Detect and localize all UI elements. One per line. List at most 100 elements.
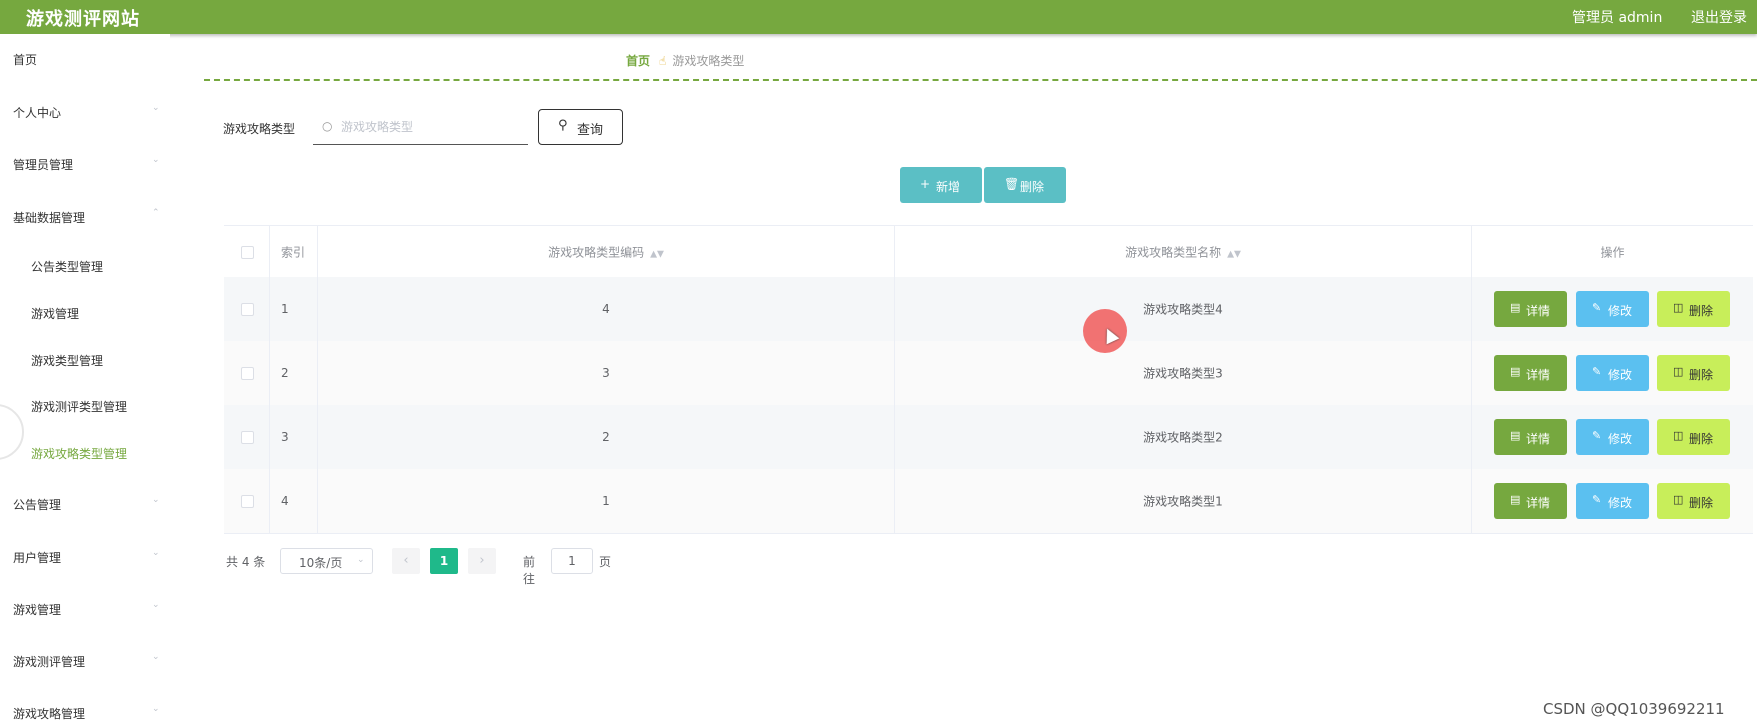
sidebar-item-label: 个人中心 (13, 106, 62, 120)
sidebar-item-guide[interactable]: 游戏攻略管理 ⌄ (0, 698, 170, 728)
add-button[interactable]: + 新增 (900, 167, 982, 203)
data-table: 索引 游戏攻略类型编码 ▲▼ 游戏攻略类型名称 ▲▼ 操作 1 4 游戏攻略类型4 … (224, 225, 1753, 536)
query-button[interactable]: ⚲ 查询 (538, 109, 623, 145)
document-icon: ▤ (1510, 493, 1521, 506)
edit-button-label: 修改 (1608, 304, 1633, 318)
table-row: 4 1 游戏攻略类型1 ▤ 详情 ✎ 修改 ◫ 删除 (224, 469, 1753, 534)
row-checkbox[interactable] (241, 367, 254, 380)
header-code: 游戏攻略类型编码 (548, 245, 645, 260)
row-name: 游戏攻略类型3 (1143, 366, 1223, 381)
index-cell: 4 (270, 469, 318, 533)
page-number-current[interactable]: 1 (430, 548, 458, 574)
sidebar-item-game-management[interactable]: 游戏管理 ⌄ (0, 594, 170, 624)
total-count: 共 4 条 (226, 555, 266, 569)
sidebar-item-guide-type[interactable]: 游戏攻略类型管理 (0, 438, 170, 468)
query-button-label: 查询 (577, 123, 604, 138)
edit-button[interactable]: ✎ 修改 (1576, 291, 1649, 327)
row-name: 游戏攻略类型2 (1143, 430, 1223, 445)
pencil-icon: ✎ (1592, 365, 1602, 378)
detail-button-label: 详情 (1526, 496, 1551, 510)
header-ops-cell: 操作 (1472, 226, 1753, 278)
delete-button[interactable]: ◫ 删除 (1657, 355, 1730, 391)
goto-suffix: 页 (599, 555, 612, 569)
row-checkbox[interactable] (241, 431, 254, 444)
sort-icon[interactable]: ▲▼ (650, 250, 664, 260)
index-cell: 2 (270, 341, 318, 405)
index-cell: 1 (270, 277, 318, 341)
next-page-button[interactable]: › (468, 548, 496, 574)
row-index: 1 (281, 302, 289, 316)
code-cell: 4 (318, 277, 895, 341)
sidebar-item-label: 基础数据管理 (13, 211, 86, 225)
page-size-select[interactable]: 10条/页 ⌄ (280, 548, 373, 574)
select-cell (224, 405, 270, 469)
select-all-checkbox[interactable] (241, 246, 254, 259)
admin-label: 管理员 admin (1572, 10, 1663, 26)
pencil-icon: ✎ (1592, 301, 1602, 314)
sidebar-item-game-type[interactable]: 游戏类型管理 (0, 345, 170, 375)
code-cell: 1 (318, 469, 895, 533)
delete-button-label: 删除 (1689, 496, 1714, 510)
header-name-cell[interactable]: 游戏攻略类型名称 ▲▼ (895, 226, 1472, 278)
name-cell: 游戏攻略类型1 (895, 469, 1472, 533)
row-index: 3 (281, 430, 289, 444)
detail-button[interactable]: ▤ 详情 (1494, 419, 1567, 455)
row-code: 2 (602, 430, 610, 444)
page-size-value: 10条/页 (299, 556, 343, 570)
sidebar-item-user[interactable]: 用户管理 ⌄ (0, 542, 170, 572)
edit-button[interactable]: ✎ 修改 (1576, 355, 1649, 391)
sidebar-item-admin-management[interactable]: 管理员管理 ⌄ (0, 149, 170, 179)
detail-button[interactable]: ▤ 详情 (1494, 355, 1567, 391)
sidebar-item-label: 用户管理 (13, 551, 62, 565)
sidebar-item-review[interactable]: 游戏测评管理 ⌄ (0, 646, 170, 676)
sidebar-item-review-type[interactable]: 游戏测评类型管理 (0, 391, 170, 421)
name-cell: 游戏攻略类型2 (895, 405, 1472, 469)
chevron-up-icon: ⌃ (152, 208, 160, 218)
breadcrumb-home[interactable]: 首页 (626, 54, 650, 68)
edit-button-label: 修改 (1608, 496, 1633, 510)
logout-link[interactable]: 退出登录 (1691, 7, 1747, 27)
edit-button[interactable]: ✎ 修改 (1576, 483, 1649, 519)
goto-page-input[interactable] (551, 548, 593, 574)
code-cell: 2 (318, 405, 895, 469)
chevron-down-icon: ⌄ (152, 600, 160, 610)
sidebar-item-notice[interactable]: 公告管理 ⌄ (0, 489, 170, 519)
header-code-cell[interactable]: 游戏攻略类型编码 ▲▼ (318, 226, 895, 278)
sort-icon[interactable]: ▲▼ (1227, 250, 1241, 260)
chevron-down-icon: ⌄ (152, 155, 160, 165)
plus-icon: + (920, 177, 931, 191)
delete-button[interactable]: ◫ 删除 (1657, 291, 1730, 327)
header-name: 游戏攻略类型名称 (1125, 245, 1222, 260)
name-cell: 游戏攻略类型3 (895, 341, 1472, 405)
add-button-label: 新增 (936, 180, 961, 194)
sidebar-item-label: 游戏测评管理 (13, 655, 86, 669)
sidebar-item-basic-data[interactable]: 基础数据管理 ⌃ (0, 202, 170, 232)
row-checkbox[interactable] (241, 495, 254, 508)
site-title: 游戏测评网站 (26, 9, 140, 30)
detail-button[interactable]: ▤ 详情 (1494, 483, 1567, 519)
sidebar-item-game[interactable]: 游戏管理 (0, 298, 170, 328)
row-checkbox[interactable] (241, 303, 254, 316)
sidebar-item-label: 公告管理 (13, 498, 62, 512)
sidebar-item-personal-center[interactable]: 个人中心 ⌄ (0, 97, 170, 127)
hand-icon: ☝ (659, 54, 667, 68)
prev-page-button[interactable]: ‹ (392, 548, 420, 574)
search-icon: ⚲ (558, 118, 568, 133)
detail-button[interactable]: ▤ 详情 (1494, 291, 1567, 327)
delete-button[interactable]: ◫ 删除 (1657, 483, 1730, 519)
row-index: 4 (281, 494, 289, 508)
batch-delete-button[interactable]: 🗑 删除 (984, 167, 1066, 203)
name-cell: 游戏攻略类型4 (895, 277, 1472, 341)
document-icon: ▤ (1510, 301, 1521, 314)
sidebar-item-home[interactable]: 首页 (0, 44, 170, 74)
trash-icon: 🗑 (1004, 177, 1020, 191)
row-name: 游戏攻略类型4 (1143, 302, 1223, 317)
delete-button[interactable]: ◫ 删除 (1657, 419, 1730, 455)
pencil-icon: ✎ (1592, 493, 1602, 506)
row-name: 游戏攻略类型1 (1143, 494, 1223, 509)
sidebar-item-notice-type[interactable]: 公告类型管理 (0, 251, 170, 281)
edit-button[interactable]: ✎ 修改 (1576, 419, 1649, 455)
search-input[interactable] (339, 116, 523, 138)
sidebar-item-label: 游戏攻略管理 (13, 707, 86, 721)
document-icon: ▤ (1510, 365, 1521, 378)
